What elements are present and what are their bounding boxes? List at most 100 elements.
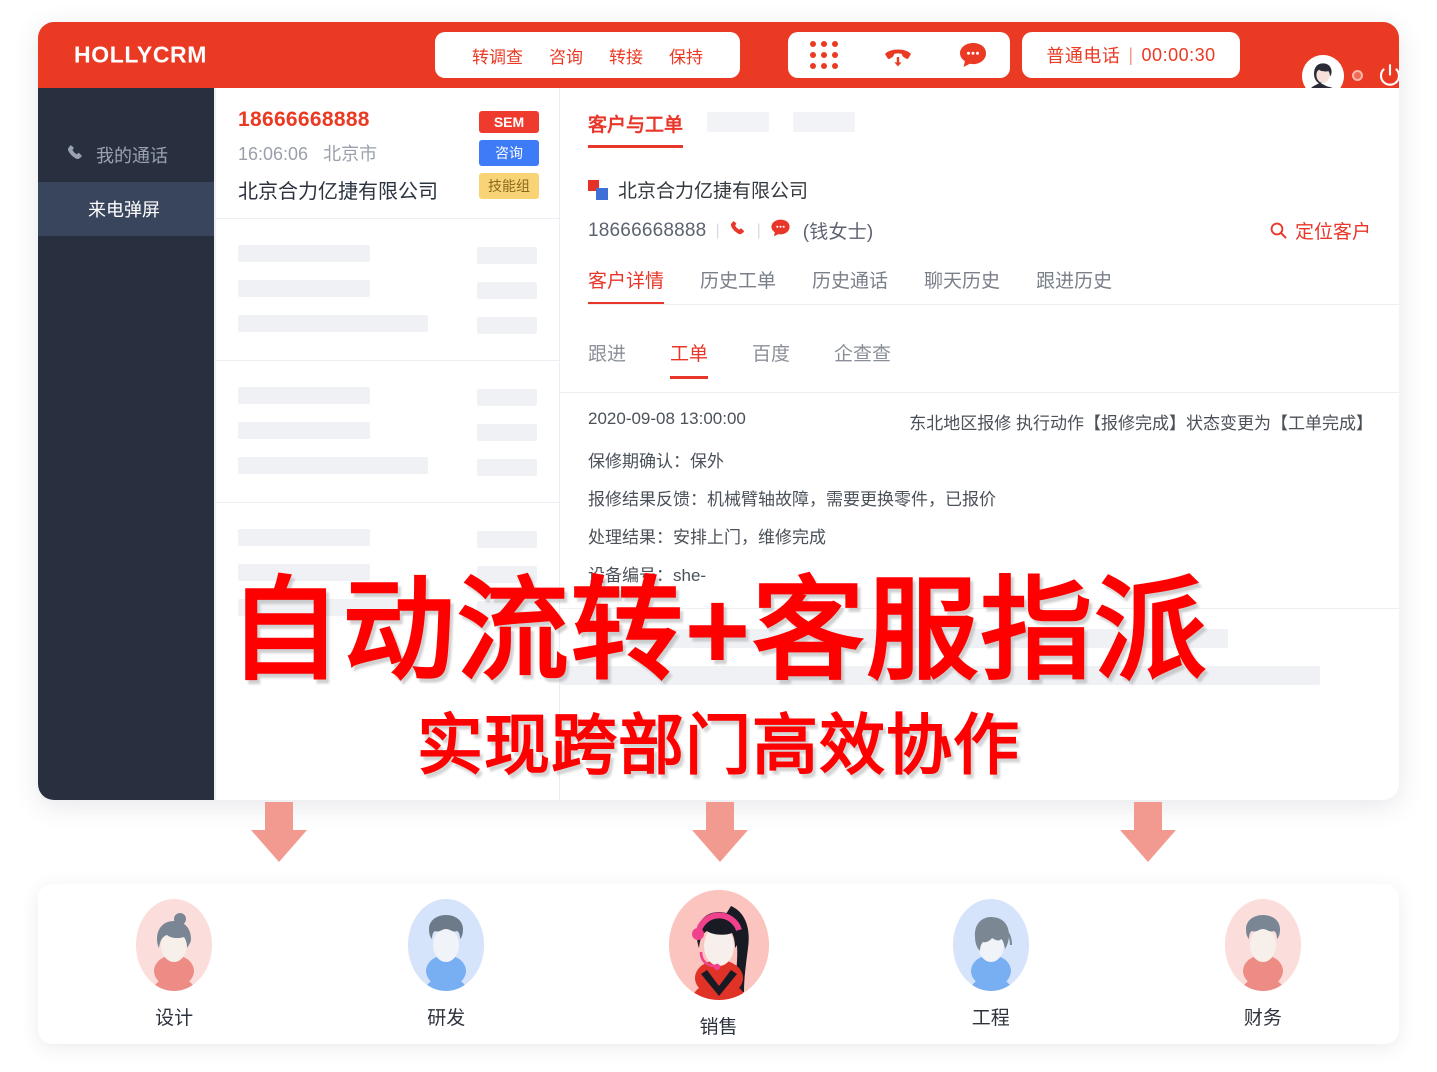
tab-baidu[interactable]: 百度: [752, 339, 790, 379]
action-consult[interactable]: 咨询: [536, 43, 596, 68]
skeleton-bar: [238, 280, 370, 297]
status-separator: |: [1128, 44, 1134, 65]
locate-customer-button[interactable]: 定位客户: [1269, 217, 1371, 244]
page-root: HOLLYCRM 转调查 咨询 转接 保持 普通电话 | 00:00:30 我的…: [0, 0, 1437, 1072]
skeleton-bar: [477, 601, 537, 618]
skeleton-bar: [477, 459, 537, 476]
department-rd[interactable]: 研发: [310, 898, 582, 1030]
ticket-header-line: 2020-09-08 13:00:00 东北地区报修 执行动作【报修完成】状态变…: [588, 409, 1373, 434]
skeleton-bar: [477, 247, 537, 264]
skeleton-bar: [477, 282, 537, 299]
skeleton-bar: [588, 629, 1228, 648]
mini-tabs-underline: [560, 392, 1399, 393]
skeleton-bar: [560, 666, 1320, 685]
app-brand-logo: HOLLYCRM: [74, 41, 208, 68]
phone-divider: |: [715, 221, 720, 239]
sidebar-item-my-calls[interactable]: 我的通话: [38, 128, 214, 182]
tab-customer-and-ticket[interactable]: 客户与工单: [588, 110, 684, 148]
detail-mini-tabs: 跟进 工单 百度 企查查: [560, 339, 1399, 393]
tag-consult: 咨询: [479, 140, 539, 166]
tab-call-history[interactable]: 历史通话: [812, 266, 888, 305]
flow-arrow-finance: [1120, 802, 1176, 862]
tab-placeholder[interactable]: [707, 112, 770, 132]
call-control-group: [788, 32, 1010, 78]
skeleton-left: [238, 387, 428, 476]
ticket-action: 东北地区报修 执行动作【报修完成】状态变更为【工单完成】: [909, 414, 1373, 433]
call-list-panel: 18666668888 16:06:06 北京市 北京合力亿捷有限公司 SEM …: [216, 88, 560, 800]
call-actions-group: 转调查 咨询 转接 保持: [435, 32, 740, 78]
department-finance[interactable]: 财务: [1127, 898, 1399, 1030]
customer-detail-panel: 客户与工单 北京合力亿捷有限公司 18666668888 | | (钱女士) 定…: [560, 88, 1399, 800]
sidebar-item-incoming-popup[interactable]: 来电弹屏: [38, 182, 214, 236]
department-design[interactable]: 设计: [38, 898, 310, 1030]
message-icon[interactable]: [958, 41, 988, 69]
contact-card[interactable]: 18666668888 16:06:06 北京市 北京合力亿捷有限公司 SEM …: [216, 88, 559, 218]
tab-placeholder[interactable]: [793, 112, 856, 132]
skeleton-bar: [477, 389, 537, 406]
crm-app-window: HOLLYCRM 转调查 咨询 转接 保持 普通电话 | 00:00:30 我的…: [38, 22, 1399, 800]
action-hold[interactable]: 保持: [656, 43, 716, 68]
skeleton-bar: [477, 424, 537, 441]
power-icon[interactable]: [1376, 62, 1399, 90]
list-item[interactable]: [216, 219, 559, 360]
chat-bubble-icon[interactable]: [770, 218, 791, 243]
ticket-line: 报修结果反馈：机械臂轴故障，需要更换零件，已报价: [588, 490, 996, 509]
tab-qichacha[interactable]: 企查查: [834, 339, 891, 379]
skeleton-bar: [238, 387, 370, 404]
tab-ticket-history[interactable]: 历史工单: [700, 266, 776, 305]
detail-inner: 客户与工单 北京合力亿捷有限公司 18666668888 | | (钱女士) 定…: [560, 88, 1399, 685]
contact-tags: SEM 咨询 技能组: [479, 108, 539, 204]
sidebar: 我的通话 来电弹屏: [38, 88, 214, 800]
avatar: [136, 898, 213, 991]
tab-customer-details[interactable]: 客户详情: [588, 266, 665, 305]
department-label: 财务: [1243, 1007, 1282, 1029]
detail-skeleton: [560, 629, 1373, 685]
phone-icon[interactable]: [729, 219, 748, 243]
tab-chat-history[interactable]: 聊天历史: [924, 266, 1000, 305]
status-badge: [1352, 70, 1363, 81]
sidebar-item-label: 我的通话: [96, 146, 168, 166]
skeleton-bar: [238, 422, 370, 439]
department-label: 研发: [427, 1007, 466, 1029]
action-transfer[interactable]: 转接: [596, 43, 656, 68]
app-body: 我的通话 来电弹屏 18666668888 16:06:06 北京市 北京合力亿…: [38, 88, 1399, 800]
tab-ticket[interactable]: 工单: [670, 339, 709, 379]
department-engineering[interactable]: 工程: [855, 898, 1127, 1030]
skeleton-bar: [477, 317, 537, 334]
skeleton-left: [238, 245, 428, 334]
company-logo-icon: [588, 179, 608, 200]
detail-phone: 18666668888: [588, 219, 707, 241]
list-item[interactable]: [216, 361, 559, 502]
tab-followup-history[interactable]: 跟进历史: [1036, 266, 1112, 305]
contact-company: 北京合力亿捷有限公司: [238, 181, 438, 203]
flow-arrow-sales: [692, 802, 748, 862]
avatar: [668, 889, 769, 1000]
tag-sem: SEM: [479, 111, 539, 133]
ticket-line: 处理结果：安排上门，维修完成: [588, 528, 826, 547]
departments-bar: 设计 研发 销售 工程 财务: [38, 884, 1399, 1044]
action-transfer-survey[interactable]: 转调查: [459, 43, 536, 68]
avatar: [408, 898, 485, 991]
list-item[interactable]: [216, 503, 559, 644]
ticket-record: 2020-09-08 13:00:00 东北地区报修 执行动作【报修完成】状态变…: [588, 393, 1373, 586]
contact-city: 北京市: [323, 144, 378, 164]
call-timer: 00:00:30: [1141, 44, 1216, 65]
dialpad-icon[interactable]: [809, 41, 838, 69]
tabs-underline: [588, 304, 1399, 305]
detail-top-tabs: 客户与工单: [588, 110, 1373, 148]
skeleton-right: [477, 245, 537, 334]
hangup-icon[interactable]: [881, 41, 915, 69]
detail-contact-name: (钱女士): [802, 222, 874, 243]
sidebar-item-label: 来电弹屏: [88, 200, 160, 220]
department-label: 设计: [155, 1007, 194, 1029]
avatar: [1224, 898, 1301, 991]
skeleton-left: [238, 529, 428, 618]
app-topbar: HOLLYCRM 转调查 咨询 转接 保持 普通电话 | 00:00:30: [38, 22, 1399, 97]
skeleton-bar: [238, 457, 428, 474]
detail-tabs: 客户详情 历史工单 历史通话 聊天历史 跟进历史: [588, 266, 1399, 305]
detail-company-name: 北京合力亿捷有限公司: [618, 181, 809, 202]
tab-followup[interactable]: 跟进: [588, 339, 626, 379]
call-status-pill: 普通电话 | 00:00:30: [1022, 32, 1240, 78]
skeleton-bar: [238, 599, 428, 616]
department-sales[interactable]: 销售: [582, 889, 854, 1039]
